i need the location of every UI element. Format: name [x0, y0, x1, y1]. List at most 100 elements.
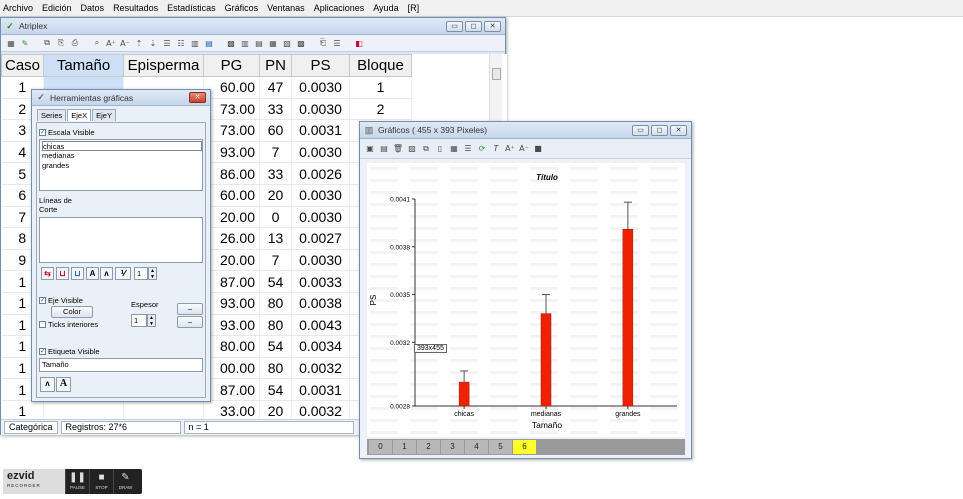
menu-item-8[interactable]: Ayuda	[373, 3, 398, 13]
col-header-ps[interactable]: PS	[291, 54, 350, 77]
cell-ps[interactable]: 0.0031	[291, 119, 350, 142]
font-decrease-icon[interactable]: A⁻	[518, 143, 530, 155]
table-icon[interactable]: ▩	[225, 37, 237, 49]
page-tab-2[interactable]: 2	[417, 440, 440, 454]
col-header-episperma[interactable]: Episperma	[123, 54, 204, 77]
delete-row-icon[interactable]: ☷	[175, 37, 187, 49]
cell-ps[interactable]: 0.0038	[291, 292, 350, 315]
cell-pg[interactable]: 00.00	[203, 357, 260, 380]
close-button[interactable]: ✕	[484, 20, 501, 32]
espesor-spinner[interactable]: 1	[131, 314, 147, 327]
cell-pn[interactable]: 33	[259, 98, 292, 121]
cell-pn[interactable]: 80	[259, 292, 292, 315]
export-icon[interactable]: ⎗	[317, 37, 329, 49]
page-tab-3[interactable]: 3	[441, 440, 464, 454]
cell-ps[interactable]: 0.0043	[291, 314, 350, 337]
escala-list[interactable]: chicas medianas grandes	[39, 139, 203, 191]
col-header-tamano[interactable]: Tamaño	[43, 54, 124, 77]
cell-pg[interactable]: 87.00	[203, 270, 260, 293]
col-header-bloque[interactable]: Bloque	[349, 54, 412, 77]
color-palette-icon[interactable]: ◧	[353, 37, 365, 49]
pause-button[interactable]: ❚❚ PAUSE	[65, 469, 89, 494]
menu-item-4[interactable]: Estadísticas	[167, 3, 216, 13]
cell-pn[interactable]: 20	[259, 184, 292, 207]
col-header-pg[interactable]: PG	[203, 54, 260, 77]
page-tab-0[interactable]: 0	[369, 440, 392, 454]
matrix-icon[interactable]: ▩	[295, 37, 307, 49]
copy-icon[interactable]: ⧉	[420, 143, 432, 155]
close-button[interactable]: ✕	[189, 92, 206, 103]
open-icon[interactable]: ▨	[406, 143, 418, 155]
menu-item-7[interactable]: Aplicaciones	[314, 3, 365, 13]
cell-pn[interactable]: 7	[259, 249, 292, 272]
cell-pg[interactable]: 73.00	[203, 119, 260, 142]
cell-pg[interactable]: 20.00	[203, 206, 260, 229]
sort-desc-icon[interactable]: ⇣	[147, 37, 159, 49]
cell-ps[interactable]: 0.0034	[291, 335, 350, 358]
cell-pn[interactable]: 60	[259, 119, 292, 142]
page-tab-1[interactable]: 1	[393, 440, 416, 454]
col-header-pn[interactable]: PN	[259, 54, 292, 77]
grid-icon[interactable]: ▦	[448, 143, 460, 155]
stats-icon[interactable]: ▧	[281, 37, 293, 49]
cell-tam[interactable]	[43, 400, 124, 419]
scroll-thumb[interactable]	[492, 68, 501, 80]
menu-item-1[interactable]: Edición	[42, 3, 72, 13]
menu-item-9[interactable]: [R]	[408, 3, 420, 13]
menu-item-6[interactable]: Ventanas	[267, 3, 305, 13]
font-size-icon[interactable]: ʌ	[40, 377, 55, 392]
cell-blo[interactable]: 1	[349, 76, 412, 99]
cell-pn[interactable]: 80	[259, 314, 292, 337]
cell-pg[interactable]: 80.00	[203, 335, 260, 358]
cell-ps[interactable]: 0.0030	[291, 249, 350, 272]
font-size-icon[interactable]: ʌ	[100, 267, 113, 280]
cell-pg[interactable]: 93.00	[203, 292, 260, 315]
insert-row-icon[interactable]: ☰	[161, 37, 173, 49]
cell-pg[interactable]: 86.00	[203, 162, 260, 185]
save-icon[interactable]: ▣	[364, 143, 376, 155]
cell-pn[interactable]: 54	[259, 270, 292, 293]
font-decrease-icon[interactable]: A⁻	[119, 37, 131, 49]
cell-ps[interactable]: 0.0030	[291, 141, 350, 164]
spin-updown-icon[interactable]: ▲ ▼	[147, 314, 156, 327]
menu-item-0[interactable]: Archivo	[3, 3, 33, 13]
cell-ps[interactable]: 0.0032	[291, 357, 350, 380]
close-button[interactable]: ✕	[670, 124, 687, 136]
page-tab-4[interactable]: 4	[465, 440, 488, 454]
columns-icon[interactable]: ▥	[239, 37, 251, 49]
cell-pn[interactable]: 20	[259, 400, 292, 419]
list-item[interactable]: grandes	[42, 161, 200, 171]
cell-ps[interactable]: 0.0030	[291, 76, 350, 99]
cell-blo[interactable]: 2	[349, 98, 412, 121]
cell-pg[interactable]: 60.00	[203, 76, 260, 99]
insert-col-icon[interactable]: ▥	[189, 37, 201, 49]
rows-icon[interactable]: ▤	[253, 37, 265, 49]
trash-icon[interactable]: 🗑	[392, 143, 404, 155]
cell-pg[interactable]: 93.00	[203, 314, 260, 337]
cell-pn[interactable]: 80	[259, 357, 292, 380]
tab-ejex[interactable]: EjeX	[67, 109, 92, 121]
cells-icon[interactable]: ▦	[267, 37, 279, 49]
minus-button[interactable]: –	[177, 303, 203, 315]
refresh-icon[interactable]: ✎	[19, 37, 31, 49]
menu-item-5[interactable]: Gráficos	[225, 3, 259, 13]
maximize-button[interactable]: ◻	[651, 124, 668, 136]
tab-ejey[interactable]: EjeY	[92, 109, 116, 121]
minimize-button[interactable]: ▭	[446, 20, 463, 32]
print-icon[interactable]: ⎙	[69, 37, 81, 49]
etiqueta-input[interactable]: Tamaño	[39, 358, 203, 372]
find-icon[interactable]: ⌕	[91, 37, 103, 49]
graficos-titlebar[interactable]: ▥ Gráficos ( 455 x 393 Pixeles) ▭ ◻ ✕	[360, 122, 691, 139]
minimize-button[interactable]: ▭	[632, 124, 649, 136]
cell-pn[interactable]: 47	[259, 76, 292, 99]
line-color-icon[interactable]: ⊔	[71, 267, 84, 280]
cell-ps[interactable]: 0.0026	[291, 162, 350, 185]
copy-icon[interactable]: ⧉	[41, 37, 53, 49]
cell-ps[interactable]: 0.0032	[291, 400, 350, 419]
cell-pn[interactable]: 7	[259, 141, 292, 164]
corte-list[interactable]	[39, 217, 203, 263]
etiqueta-visible-checkbox[interactable]: ✓ Etiqueta Visible	[39, 347, 100, 356]
atriplex-titlebar[interactable]: ✓ Atriplex ▭ ◻ ✕	[1, 18, 505, 35]
line-style-icon[interactable]: ⇆	[41, 267, 54, 280]
cell-ps[interactable]: 0.0030	[291, 206, 350, 229]
